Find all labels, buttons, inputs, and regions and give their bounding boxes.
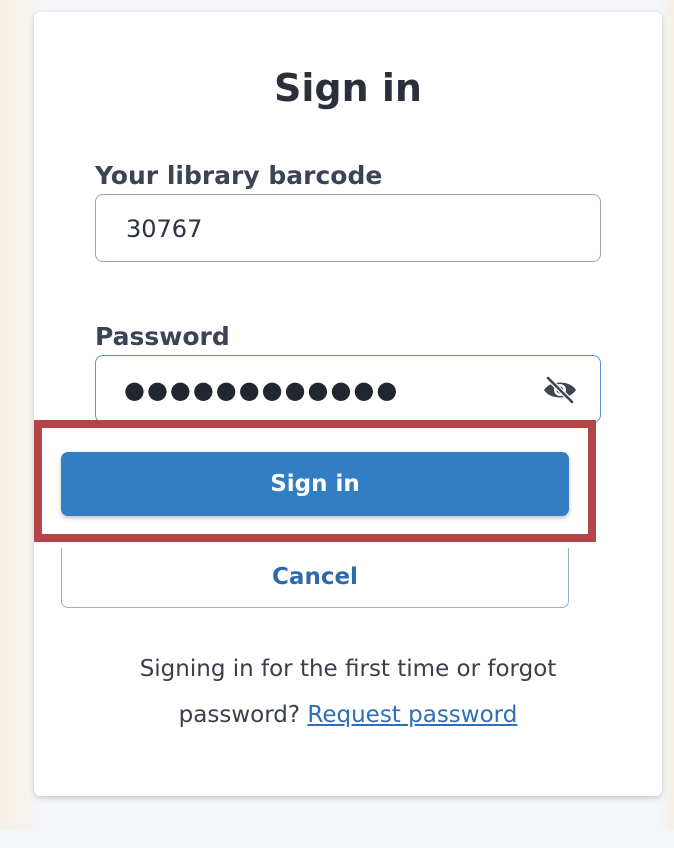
password-label: Password — [95, 322, 230, 351]
sign-in-button[interactable]: Sign in — [61, 452, 569, 516]
show-password-toggle[interactable] — [542, 373, 578, 407]
barcode-label: Your library barcode — [95, 161, 383, 190]
barcode-value: 30767 — [126, 215, 203, 243]
barcode-input[interactable]: 30767 — [95, 194, 601, 262]
request-password-link[interactable]: Request password — [307, 702, 517, 728]
password-mask: ●●●●●●●●●●●● — [124, 376, 400, 404]
page-title: Sign in — [274, 66, 422, 110]
help-line-2: password? Request password — [34, 692, 662, 738]
help-line-2-text: password? — [178, 702, 301, 728]
cancel-button[interactable]: Cancel — [61, 548, 569, 608]
eye-slash-icon — [544, 375, 576, 405]
password-input[interactable]: ●●●●●●●●●●●● — [95, 355, 601, 423]
help-text: Signing in for the first time or forgot … — [34, 646, 662, 738]
bottom-strip — [0, 830, 674, 848]
help-line-1: Signing in for the first time or forgot — [139, 656, 557, 682]
